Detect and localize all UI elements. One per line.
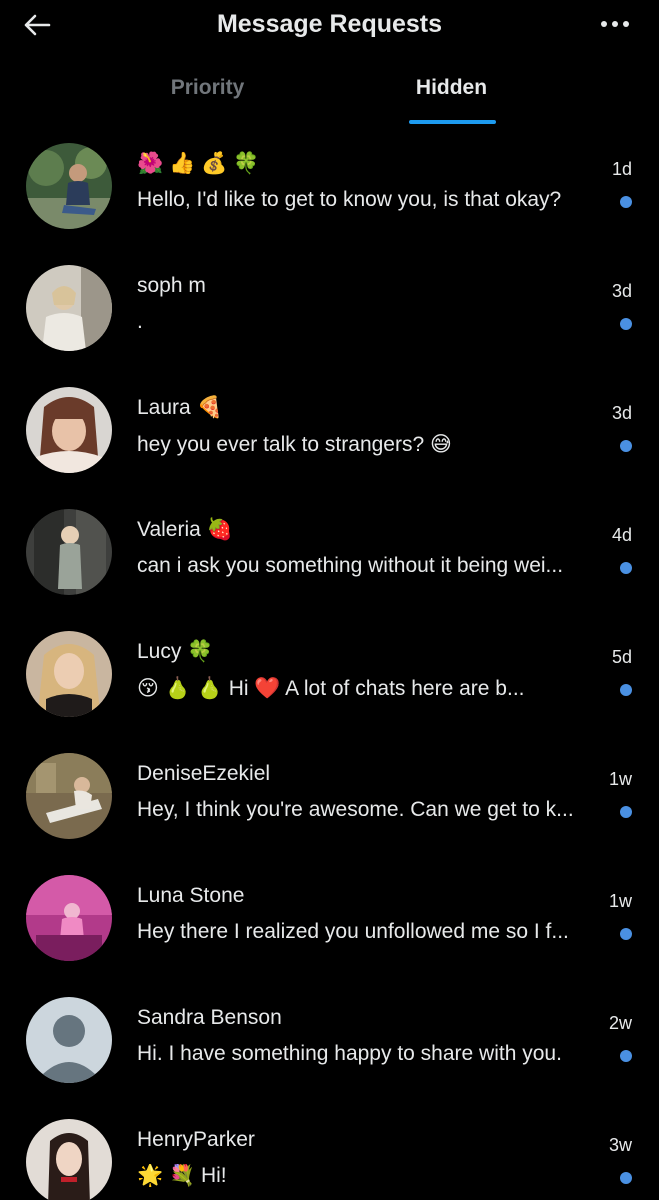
message-preview: can i ask you something without it being… (137, 554, 564, 577)
page-title: Message Requests (216, 10, 443, 38)
more-options-button[interactable] (597, 10, 633, 38)
sender-name: DeniseEzekiel (137, 762, 271, 785)
sender-name: Laura 🍕 (137, 396, 223, 419)
timestamp: 4d (611, 525, 632, 545)
sender-name: HenryParker (137, 1128, 255, 1151)
list-item[interactable]: Valeria 🍓 can i ask you something withou… (0, 501, 659, 623)
list-item[interactable]: Luna Stone Hey there I realized you unfo… (0, 867, 659, 989)
tab-hidden[interactable]: Hidden (354, 76, 549, 124)
message-preview: Hey, I think you're awesome. Can we get … (137, 798, 574, 821)
timestamp: 2w (608, 1013, 632, 1033)
list-item[interactable]: Lucy 🍀 😚 🍐 🍐 Hi ❤️ A lot of chats here a… (0, 623, 659, 745)
sender-name: Sandra Benson (137, 1006, 282, 1029)
avatar (26, 509, 112, 595)
avatar (26, 265, 112, 351)
unread-dot (620, 318, 632, 330)
more-horizontal-icon (601, 21, 629, 27)
avatar (26, 143, 112, 229)
unread-dot (620, 928, 632, 940)
list-item[interactable]: Sandra Benson Hi. I have something happy… (0, 989, 659, 1111)
timestamp: 1w (608, 769, 632, 789)
unread-dot (620, 440, 632, 452)
message-preview: . (137, 310, 143, 333)
timestamp: 3w (608, 1135, 632, 1155)
message-preview: 😚 🍐 🍐 Hi ❤️ A lot of chats here are b... (137, 677, 525, 700)
message-preview: Hey there I realized you unfollowed me s… (137, 920, 569, 943)
tab-bar: Priority Hidden (0, 66, 659, 126)
timestamp: 3d (611, 403, 632, 423)
unread-dot (620, 1050, 632, 1062)
avatar (26, 997, 112, 1083)
tab-priority[interactable]: Priority (110, 76, 305, 124)
unread-dot (620, 1172, 632, 1184)
message-preview: 🌟 💐 Hi! (137, 1164, 227, 1187)
message-preview: Hello, I'd like to get to know you, is t… (137, 188, 562, 211)
unread-dot (620, 196, 632, 208)
unread-dot (620, 806, 632, 818)
sender-name: Lucy 🍀 (137, 640, 214, 663)
avatar (26, 1119, 112, 1200)
list-item[interactable]: 🌺 👍 💰 🍀 Hello, I'd like to get to know y… (0, 135, 659, 257)
timestamp: 1d (611, 159, 632, 179)
list-item[interactable]: soph m . 3d (0, 257, 659, 379)
message-preview: Hi. I have something happy to share with… (137, 1042, 562, 1065)
unread-dot (620, 562, 632, 574)
unread-dot (620, 684, 632, 696)
avatar (26, 753, 112, 839)
active-tab-indicator (409, 120, 496, 124)
list-item[interactable]: Laura 🍕 hey you ever talk to strangers? … (0, 379, 659, 501)
timestamp: 5d (611, 647, 632, 667)
list-item[interactable]: HenryParker 🌟 💐 Hi! 3w (0, 1111, 659, 1200)
sender-name: 🌺 👍 💰 🍀 (137, 152, 260, 175)
message-preview: hey you ever talk to strangers? 😅 (137, 433, 452, 456)
sender-name: Valeria 🍓 (137, 518, 233, 541)
avatar (26, 631, 112, 717)
list-item[interactable]: DeniseEzekiel Hey, I think you're awesom… (0, 745, 659, 867)
timestamp: 3d (611, 281, 632, 301)
avatar (26, 875, 112, 961)
default-avatar-icon (26, 997, 112, 1083)
avatar (26, 387, 112, 473)
top-bar: Message Requests (0, 0, 659, 50)
timestamp: 1w (608, 891, 632, 911)
sender-name: Luna Stone (137, 884, 245, 907)
sender-name: soph m (137, 274, 206, 297)
